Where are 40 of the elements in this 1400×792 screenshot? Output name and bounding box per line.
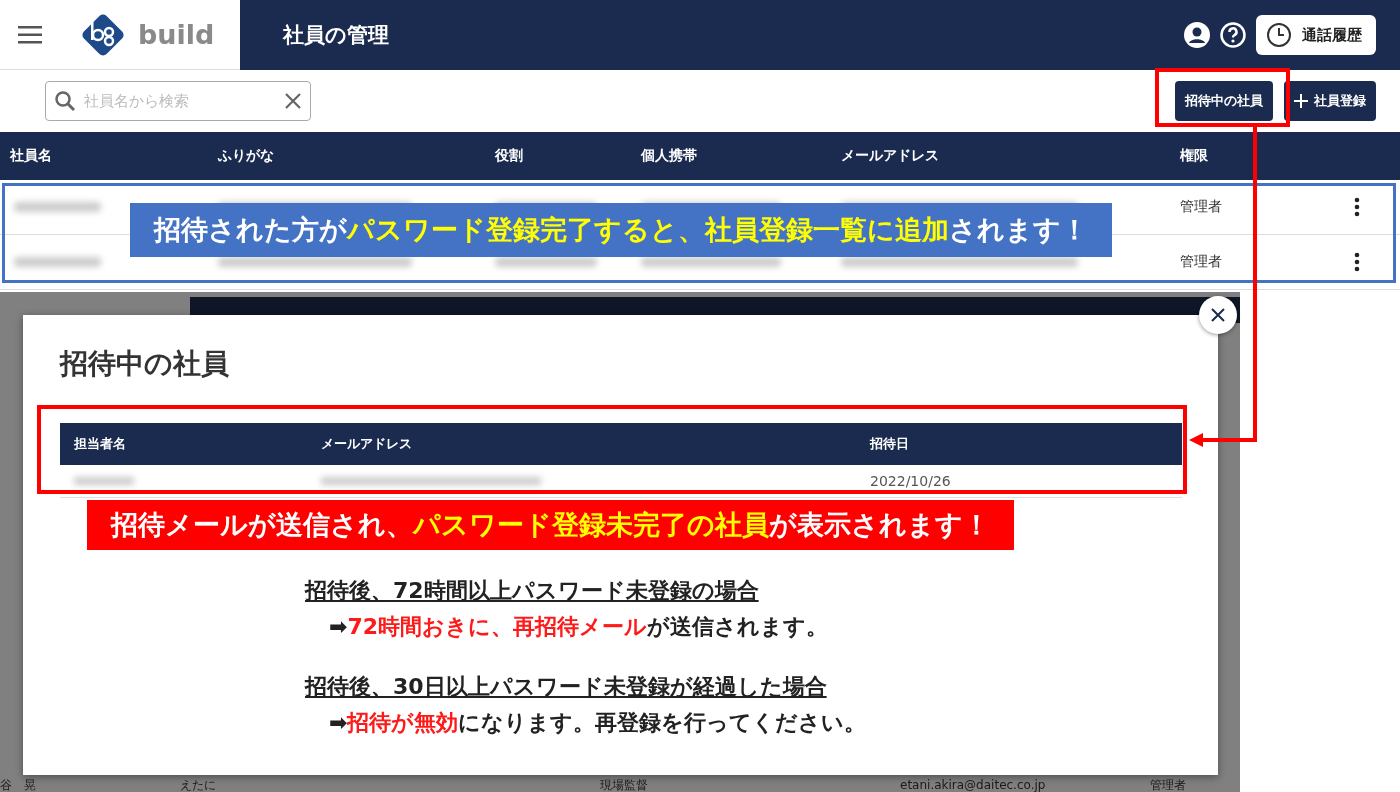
table-cell-text: 管理者 — [1150, 778, 1187, 792]
plus-icon — [1294, 94, 1308, 108]
close-icon — [1211, 308, 1225, 322]
call-history-button[interactable]: 通話履歴 — [1256, 15, 1376, 55]
table-cell-text: 現場監督 — [600, 778, 649, 792]
logo-text: build — [138, 19, 215, 50]
clear-icon[interactable] — [284, 92, 302, 110]
table-cell-text: etani.akira@daitec.co.jp — [900, 778, 1047, 792]
note-text: ➡72時間おきに、再招待メールが送信されます。 — [329, 613, 830, 641]
invited-staff-button[interactable]: 招待中の社員 — [1175, 81, 1273, 121]
page-title: 社員の管理 — [283, 22, 390, 49]
table-cell-text: 管理者 — [1180, 253, 1223, 271]
column-header: メールアドレス — [841, 147, 940, 165]
menu-icon[interactable] — [18, 25, 42, 44]
table-cell-text: 管理者 — [1180, 198, 1223, 216]
search-icon — [54, 90, 76, 112]
column-header: 役割 — [495, 147, 524, 165]
column-header: 社員名 — [9, 147, 53, 165]
column-header: メールアドレス — [321, 435, 413, 453]
note-text: ➡招待が無効になります。再登録を行ってください。 — [329, 709, 868, 737]
dialog-title: 招待中の社員 — [60, 346, 230, 382]
more-icon[interactable] — [1354, 197, 1360, 217]
user-icon[interactable] — [1184, 22, 1210, 48]
table-cell-text: 2022/10/26 — [870, 473, 952, 489]
table-cell-text: えたに — [180, 778, 217, 792]
table-cell-text: 谷 晃 — [0, 778, 37, 792]
callout-banner: 招待メールが送信され、パスワード登録未完了の社員が表示されます！ — [87, 500, 1014, 550]
callout-banner: 招待された方がパスワード登録完了すると、社員登録一覧に追加されます！ — [130, 203, 1112, 257]
clock-icon — [1266, 22, 1292, 48]
add-staff-button[interactable]: 社員登録 — [1284, 81, 1376, 121]
help-icon[interactable] — [1220, 22, 1246, 48]
column-header: 個人携帯 — [641, 147, 698, 165]
search-field[interactable]: 社員名から検索 — [45, 81, 311, 121]
note-heading: 招待後、72時間以上パスワード未登録の場合 — [305, 577, 760, 605]
column-header: 担当者名 — [73, 435, 127, 453]
column-header: 招待日 — [870, 435, 910, 453]
more-icon[interactable] — [1354, 252, 1360, 272]
column-header: 権限 — [1180, 147, 1209, 165]
note-heading: 招待後、30日以上パスワード未登録が経過した場合 — [305, 673, 828, 701]
column-header: ふりがな — [218, 147, 275, 165]
